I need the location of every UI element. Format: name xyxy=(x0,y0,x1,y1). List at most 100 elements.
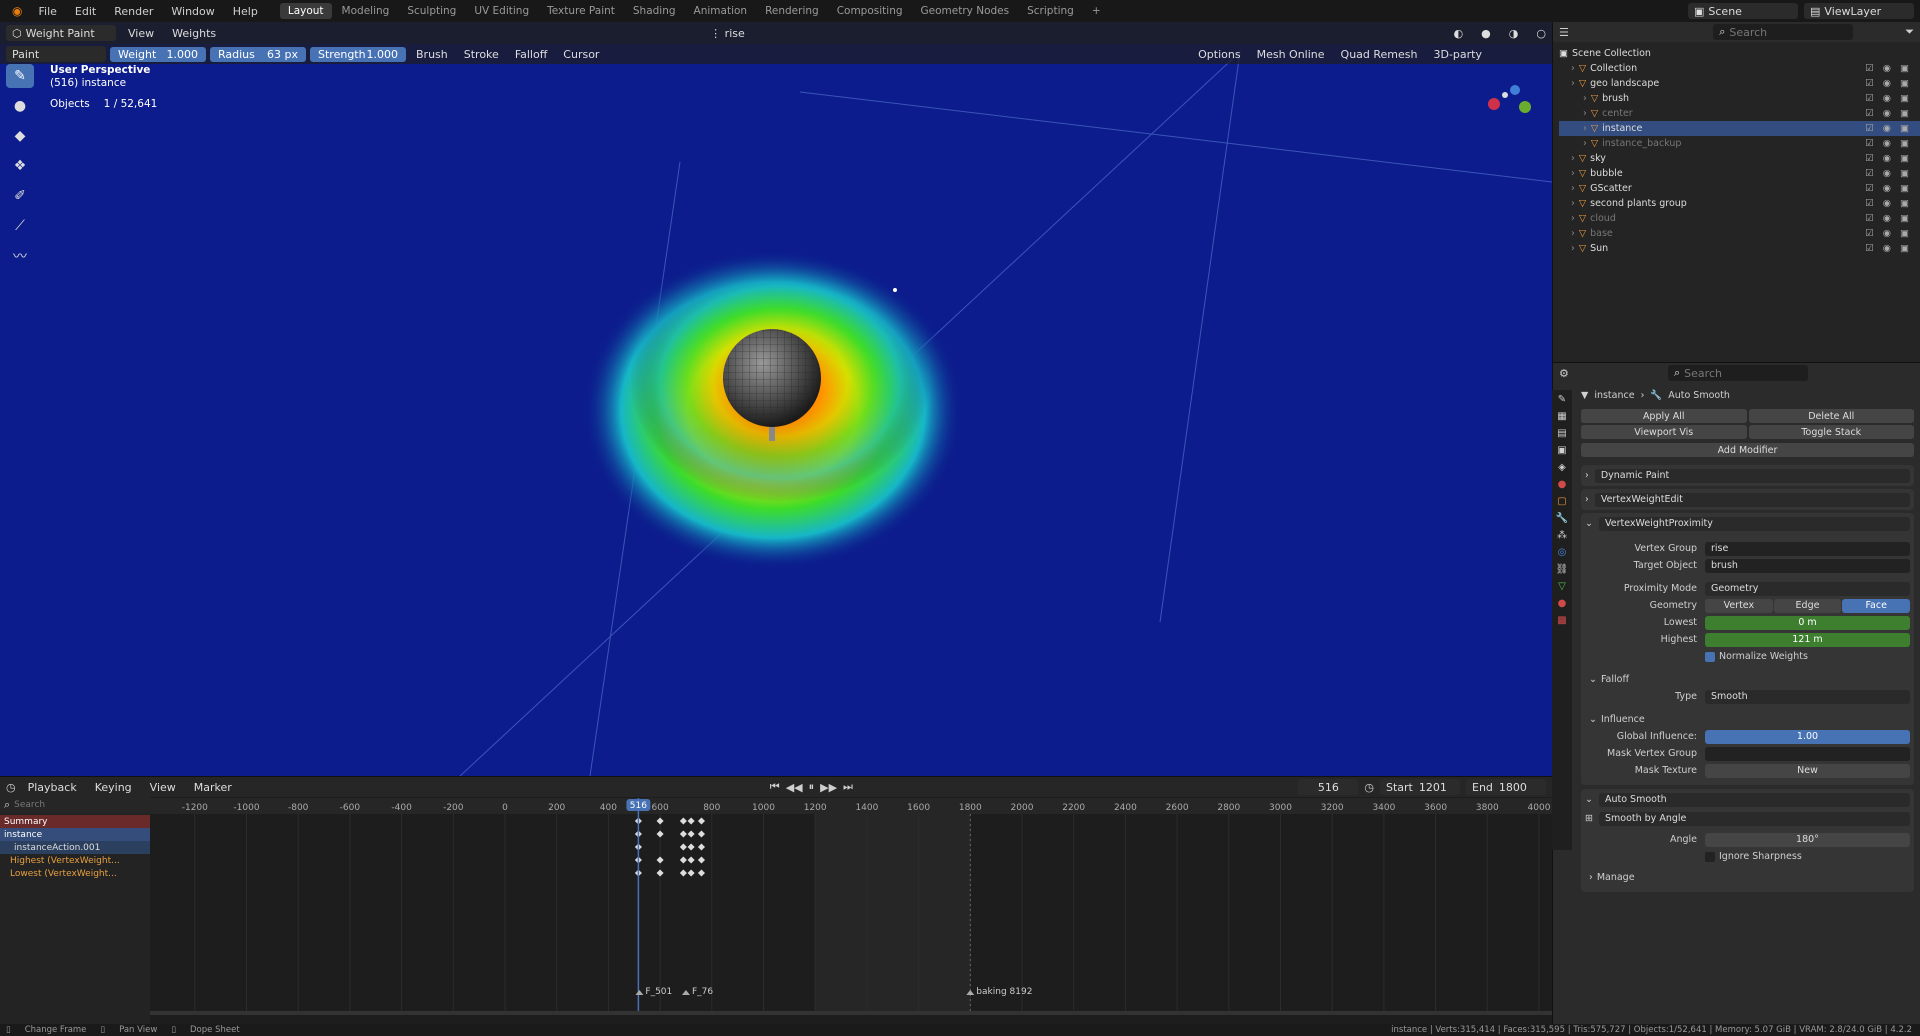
outliner-item[interactable]: › ▽ instance ☑ ◉ ▣ xyxy=(1559,121,1920,136)
chevron-right-icon[interactable]: › xyxy=(1571,198,1575,209)
blender-logo-icon[interactable]: ◉ xyxy=(6,4,28,18)
chevron-right-icon[interactable]: › xyxy=(1571,243,1575,254)
outliner-item[interactable]: › ▽ instance_backup ☑ ◉ ▣ xyxy=(1559,136,1920,151)
proximity-mode-dropdown[interactable]: Geometry xyxy=(1705,581,1910,596)
normalize-checkbox[interactable] xyxy=(1705,651,1715,662)
menu-file[interactable]: File xyxy=(30,3,64,20)
view-layer-field[interactable]: ▤ ViewLayer xyxy=(1804,3,1914,19)
shading-solid-icon[interactable]: ● xyxy=(1475,26,1497,41)
mask-vertex-group-field[interactable] xyxy=(1705,746,1910,761)
channel-action[interactable]: instanceAction.001 xyxy=(0,841,150,854)
cursor-dropdown[interactable]: Cursor xyxy=(557,47,605,62)
editor-type-icon[interactable]: ☰ xyxy=(1559,26,1569,39)
chevron-right-icon[interactable]: › xyxy=(1583,123,1587,134)
shading-rendered-icon[interactable]: ○ xyxy=(1530,26,1552,41)
modifier-dynamic-paint[interactable]: › Dynamic Paint xyxy=(1581,465,1914,486)
play-icon[interactable]: ⏸ xyxy=(809,780,815,794)
world-tab-icon[interactable]: ● xyxy=(1558,479,1567,490)
visibility-icons[interactable]: ☑ ◉ ▣ xyxy=(1865,93,1912,104)
chevron-right-icon[interactable]: › xyxy=(1571,63,1575,74)
properties-search[interactable]: ⌕ Search xyxy=(1668,365,1808,381)
delete-all-button[interactable]: Delete All xyxy=(1748,409,1914,423)
tab-sculpting[interactable]: Sculpting xyxy=(399,3,464,19)
draw-brush-icon[interactable]: ✎ xyxy=(6,64,34,88)
channel-summary[interactable]: Summary xyxy=(0,815,150,828)
scene-field[interactable]: ▣ Scene xyxy=(1688,3,1798,19)
menu-edit[interactable]: Edit xyxy=(67,3,104,20)
viewport-canvas[interactable] xyxy=(0,22,1552,776)
chevron-right-icon[interactable]: › xyxy=(1571,153,1575,164)
material-tab-icon[interactable]: ● xyxy=(1558,598,1567,609)
geometry-vertex-toggle[interactable]: Vertex xyxy=(1705,598,1773,613)
properties-editor-icon[interactable]: ⚙ xyxy=(1559,367,1569,380)
menu-marker[interactable]: Marker xyxy=(188,780,238,795)
target-object-field[interactable]: brush xyxy=(1705,558,1910,573)
mode-selector[interactable]: ⬡ Weight Paint xyxy=(6,25,116,41)
end-frame-field[interactable]: End 1800 xyxy=(1466,779,1546,795)
add-modifier-button[interactable]: Add Modifier xyxy=(1581,443,1914,457)
render-tab-icon[interactable]: ▦ xyxy=(1557,411,1566,422)
outliner-item[interactable]: › ▽ second plants group ☑ ◉ ▣ xyxy=(1559,196,1920,211)
smear-brush-icon[interactable]: ❖ xyxy=(6,154,34,178)
modifier-vertex-weight-edit[interactable]: › VertexWeightEdit xyxy=(1581,489,1914,510)
viewport-vis-button[interactable]: Viewport Vis xyxy=(1581,425,1747,439)
jump-end-icon[interactable]: ⏭ xyxy=(843,780,853,794)
angle-field[interactable]: 180° xyxy=(1705,832,1910,847)
channel-highest[interactable]: Highest (VertexWeight... xyxy=(0,854,150,867)
filter-icon[interactable]: ⏷ xyxy=(1905,25,1914,39)
modifier-name[interactable]: VertexWeightEdit xyxy=(1594,492,1910,507)
apply-all-button[interactable]: Apply All xyxy=(1581,409,1747,423)
prev-keyframe-icon[interactable]: ◀◀ xyxy=(786,781,803,794)
outliner-item[interactable]: › ▽ center ☑ ◉ ▣ xyxy=(1559,106,1920,121)
visibility-icons[interactable]: ☑ ◉ ▣ xyxy=(1865,78,1912,89)
falloff-section-header[interactable]: Falloff xyxy=(1601,674,1629,685)
average-brush-icon[interactable]: ◆ xyxy=(6,124,34,148)
tool-selector[interactable]: Paint xyxy=(6,46,106,62)
visibility-icons[interactable]: ☑ ◉ ▣ xyxy=(1865,198,1912,209)
new-texture-button[interactable]: New xyxy=(1705,763,1910,778)
tab-scripting[interactable]: Scripting xyxy=(1019,3,1082,19)
visibility-icons[interactable]: ☑ ◉ ▣ xyxy=(1865,168,1912,179)
start-frame-field[interactable]: Start 1201 xyxy=(1380,779,1460,795)
menu-keying[interactable]: Keying xyxy=(89,780,138,795)
chevron-right-icon[interactable]: › xyxy=(1583,93,1587,104)
sample-weight-icon[interactable]: ✐ xyxy=(6,184,34,208)
channel-lowest[interactable]: Lowest (VertexWeight... xyxy=(0,867,150,880)
chevron-right-icon[interactable]: › xyxy=(1571,213,1575,224)
tab-modeling[interactable]: Modeling xyxy=(334,3,398,19)
falloff-dropdown[interactable]: Falloff xyxy=(509,47,553,62)
scene-tab-icon[interactable]: ◈ xyxy=(1558,462,1566,473)
properties-editor[interactable]: ⚙ ⌕ Search ▼ instance › 🔧 Auto Smooth Apply… xyxy=(1552,362,1920,1026)
menu-window[interactable]: Window xyxy=(163,3,222,20)
menu-help[interactable]: Help xyxy=(225,3,266,20)
tab-geometry-nodes[interactable]: Geometry Nodes xyxy=(913,3,1018,19)
menu-render[interactable]: Render xyxy=(106,3,161,20)
quad-remesh-button[interactable]: Quad Remesh xyxy=(1335,47,1424,62)
object-tab-icon[interactable]: ▢ xyxy=(1557,496,1566,507)
tab-uv-editing[interactable]: UV Editing xyxy=(466,3,537,19)
jump-start-icon[interactable]: ⏮ xyxy=(770,780,780,794)
tab-rendering[interactable]: Rendering xyxy=(757,3,827,19)
options-dropdown[interactable]: Options xyxy=(1192,47,1246,62)
texture-tab-icon[interactable]: ▩ xyxy=(1557,615,1566,626)
visibility-icons[interactable]: ☑ ◉ ▣ xyxy=(1865,228,1912,239)
modifier-tab-icon[interactable]: 🔧 xyxy=(1556,513,1568,524)
add-workspace-icon[interactable]: + xyxy=(1084,3,1109,19)
tab-texture-paint[interactable]: Texture Paint xyxy=(539,3,623,19)
chevron-right-icon[interactable]: › xyxy=(1583,108,1587,119)
outliner-item[interactable]: › ▽ brush ☑ ◉ ▣ xyxy=(1559,91,1920,106)
radius-slider[interactable]: Radius 63 px xyxy=(210,46,306,62)
chevron-right-icon[interactable]: › xyxy=(1571,168,1575,179)
tab-animation[interactable]: Animation xyxy=(686,3,756,19)
constraints-tab-icon[interactable]: ⛓ xyxy=(1556,564,1569,575)
outliner[interactable]: ☰ ⌕ Search ⏷ ▣ Scene Collection › ▽ Collecti… xyxy=(1552,22,1920,362)
tab-shading[interactable]: Shading xyxy=(625,3,684,19)
third-party-dropdown[interactable]: 3D-party xyxy=(1427,47,1488,62)
view-layer-tab-icon[interactable]: ▣ xyxy=(1557,445,1566,456)
outliner-item[interactable]: › ▽ GScatter ☑ ◉ ▣ xyxy=(1559,181,1920,196)
modifier-name[interactable]: VertexWeightProximity xyxy=(1598,516,1910,531)
chevron-right-icon[interactable]: › xyxy=(1571,228,1575,239)
navigation-gizmo[interactable] xyxy=(1488,85,1531,113)
falloff-type-dropdown[interactable]: Smooth xyxy=(1705,689,1910,704)
influence-section-header[interactable]: Influence xyxy=(1601,714,1645,725)
